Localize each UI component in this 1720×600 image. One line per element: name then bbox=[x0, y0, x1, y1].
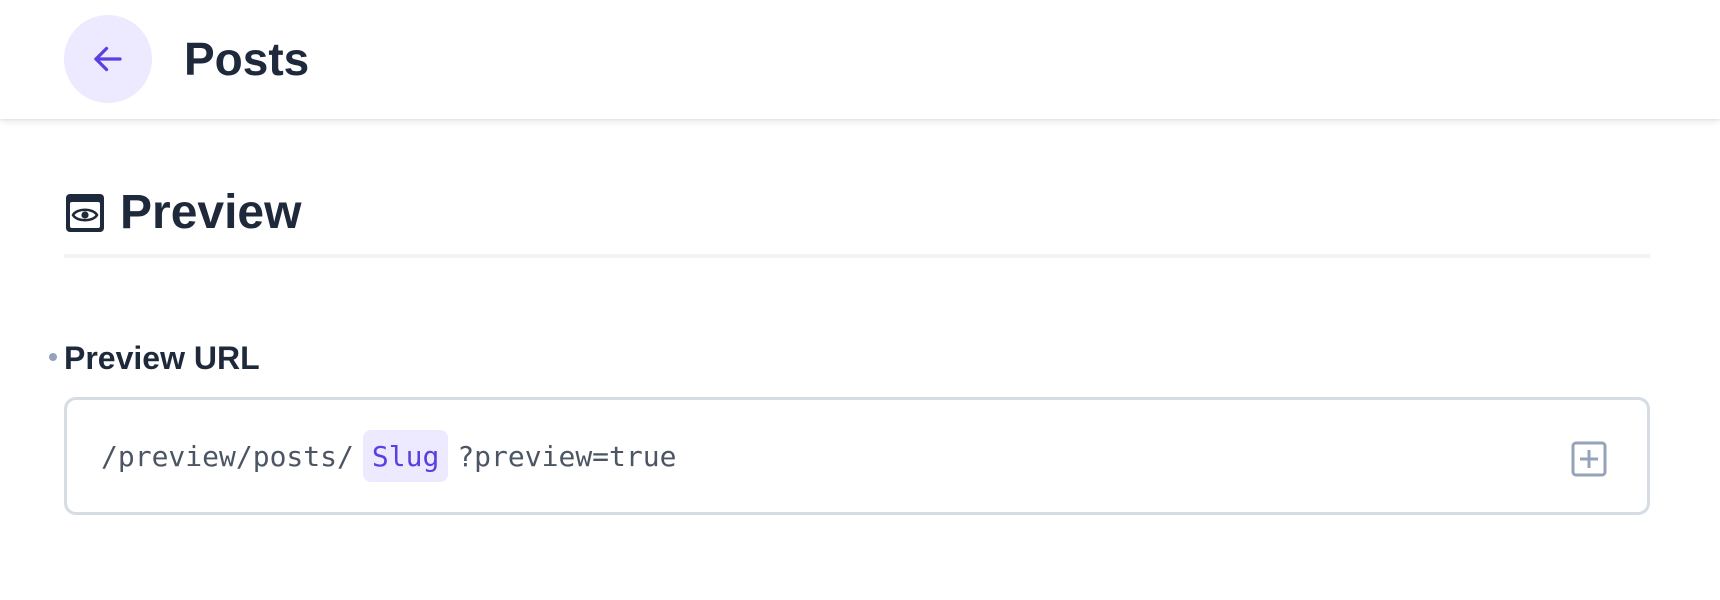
arrow-left-icon bbox=[94, 46, 122, 72]
back-button[interactable] bbox=[64, 15, 152, 103]
add-token-button[interactable] bbox=[1571, 441, 1607, 477]
browser-eye-icon bbox=[66, 194, 104, 232]
section-divider bbox=[64, 254, 1650, 258]
plus-square-icon bbox=[1571, 441, 1607, 477]
section-title: Preview bbox=[120, 186, 302, 239]
url-template: /preview/posts/ Slug ?preview=true bbox=[101, 430, 676, 482]
field-label: Preview URL bbox=[64, 340, 260, 376]
page-title: Posts bbox=[184, 33, 310, 85]
field-indicator-dot bbox=[49, 353, 57, 361]
slug-token[interactable]: Slug bbox=[362, 430, 449, 482]
section-header: Preview bbox=[64, 180, 301, 246]
preview-url-field[interactable]: /preview/posts/ Slug ?preview=true bbox=[64, 397, 1650, 515]
top-bar: Posts bbox=[0, 0, 1720, 119]
url-prefix: /preview/posts/ bbox=[101, 439, 354, 473]
url-suffix: ?preview=true bbox=[457, 439, 677, 473]
